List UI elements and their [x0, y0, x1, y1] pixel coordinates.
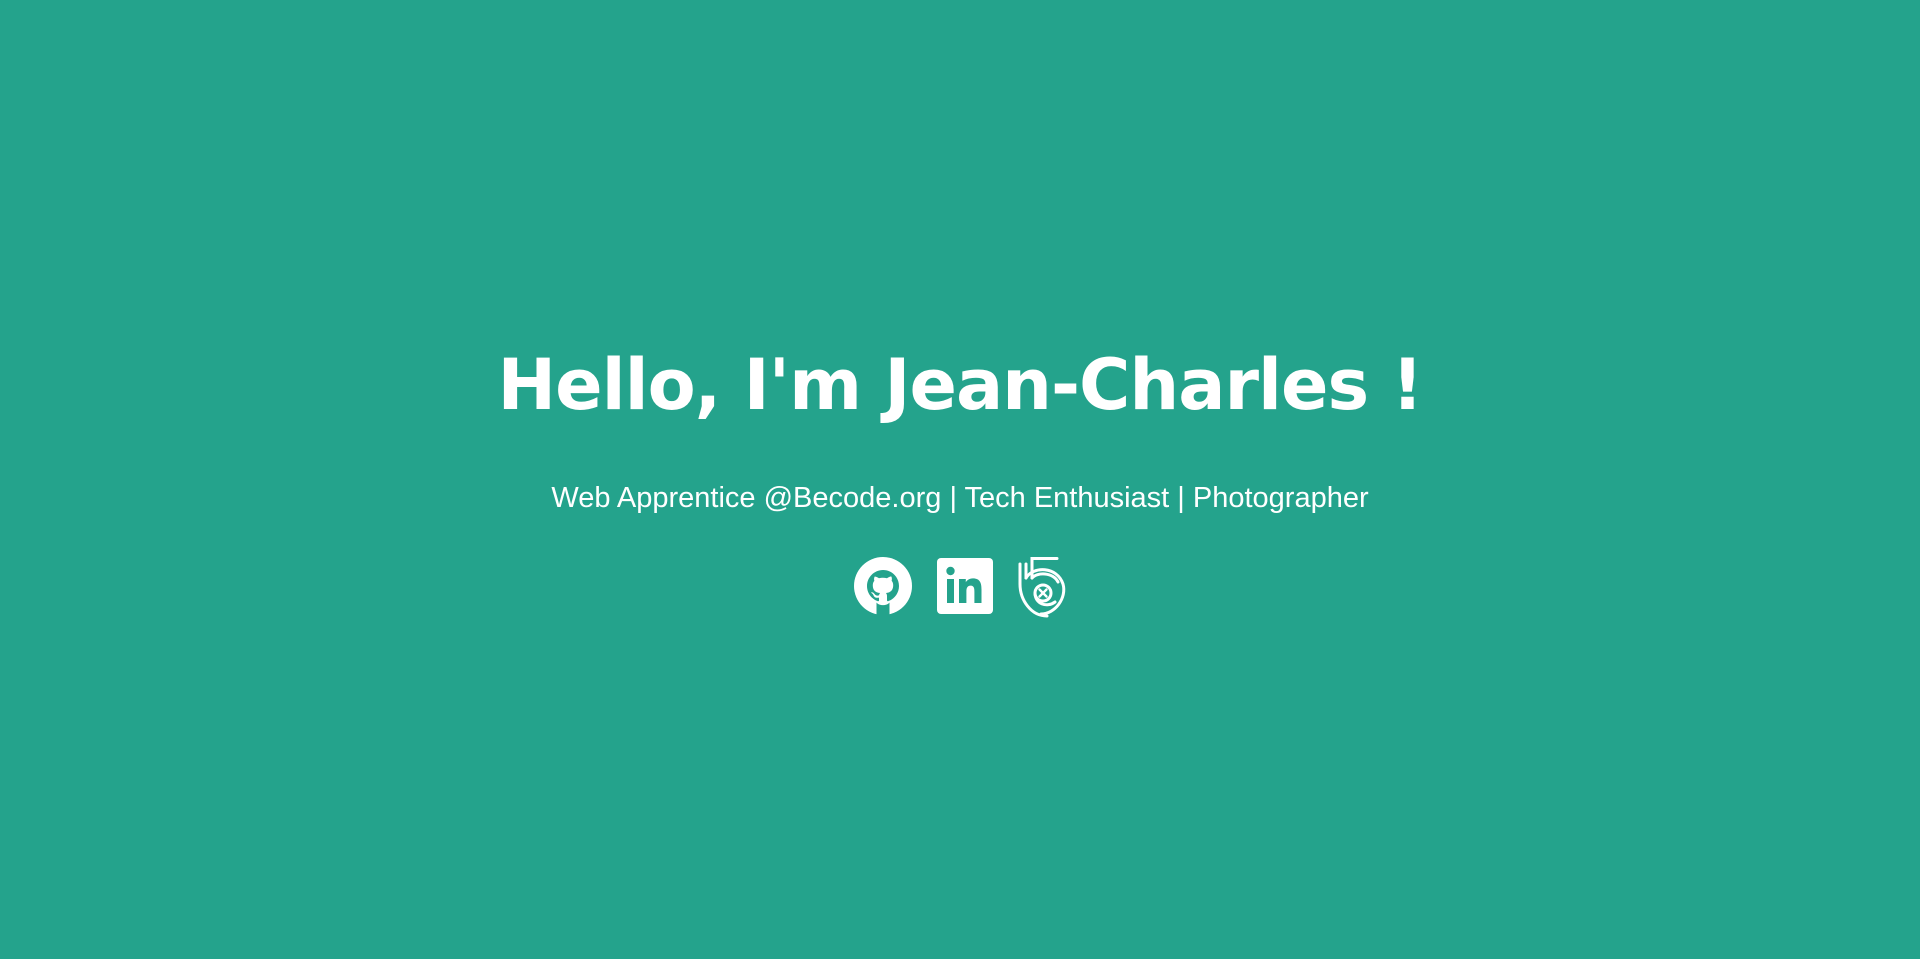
500px-link[interactable] [1017, 556, 1067, 618]
linkedin-icon [937, 558, 993, 614]
social-links [0, 553, 1920, 619]
hero-title: Hello, I'm Jean-Charles ! [497, 344, 1424, 426]
github-icon [854, 557, 912, 615]
github-link[interactable] [853, 556, 913, 616]
hero-section: Hello, I'm Jean-Charles ! Web Apprentice… [0, 0, 1920, 959]
hero-subtitle: Web Apprentice @Becode.org | Tech Enthus… [551, 482, 1369, 514]
linkedin-link[interactable] [935, 556, 995, 616]
500px-icon [1018, 557, 1066, 618]
